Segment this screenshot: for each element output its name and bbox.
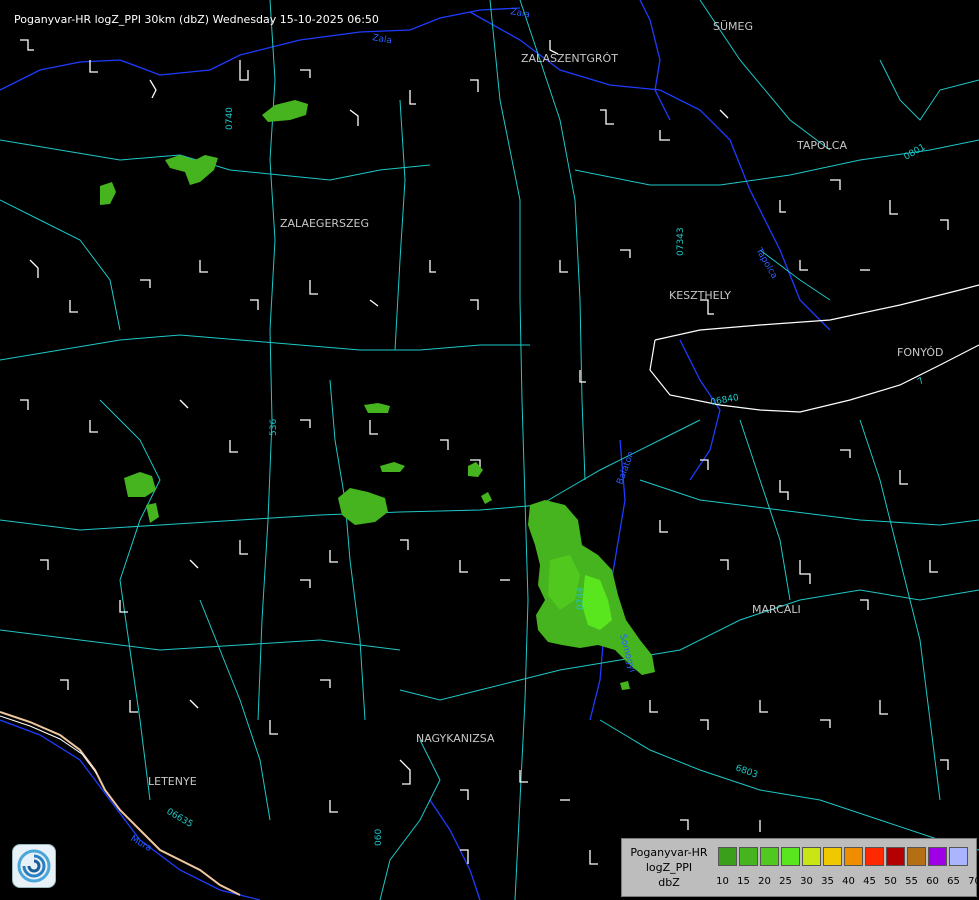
legend-panel: Poganyvar-HR logZ_PPI dbZ 10 15 20 25 30 35 40… (621, 838, 979, 897)
legend-tick-55: 55 (905, 876, 918, 887)
radar-map: SÜMEG ZALASZENTGRÓT TAPOLCA ZALAEGERSZEG… (0, 0, 979, 900)
river-label-zala2: Zala (509, 7, 530, 20)
legend-tick-70: 70 (968, 876, 979, 887)
legend-swatch-9 (907, 847, 926, 866)
met-logo (12, 844, 56, 888)
city-nagykanizsa: NAGYKANIZSA (416, 732, 495, 745)
river-label-balaton: Balaton (615, 450, 636, 486)
echo-nw3 (100, 182, 116, 205)
legend-ticks: 10 15 20 25 30 35 40 45 50 55 60 65 70 (712, 876, 979, 887)
echo-dot1 (481, 492, 492, 504)
legend-swatch-10 (928, 847, 947, 866)
city-fonyod: FONYÓD (897, 346, 943, 359)
legend-title: Poganyvar-HR logZ_PPI dbZ (622, 845, 716, 890)
legend-swatch-1 (739, 847, 758, 866)
echo-mid1 (364, 403, 390, 413)
road-label-0744: 0744 (576, 587, 586, 610)
legend-swatch-7 (865, 847, 884, 866)
river-bottom (429, 799, 481, 900)
legend-swatches (718, 847, 970, 866)
road-label-0740: 0740 (225, 107, 235, 130)
river-label-tapolca: Tapolca (753, 246, 779, 281)
city-zalaszentgrot: ZALASZENTGRÓT (521, 52, 618, 65)
legend-tick-50: 50 (884, 876, 897, 887)
echo-west2 (124, 472, 156, 497)
swirl-icon (17, 849, 51, 883)
road-label-060: 060 (374, 829, 384, 846)
legend-tick-40: 40 (842, 876, 855, 887)
road-label-07343: 07343 (676, 227, 686, 256)
legend-tick-30: 30 (800, 876, 813, 887)
legend-tick-65: 65 (947, 876, 960, 887)
city-letenye: LETENYE (148, 775, 197, 788)
echo-nw2 (165, 155, 218, 185)
road-labels: 0740 07343 0801 536 6803 06635 060 0744 … (165, 107, 928, 846)
roads-layer (0, 0, 979, 900)
river-small (679, 339, 721, 481)
city-labels: SÜMEG ZALASZENTGRÓT TAPOLCA ZALAEGERSZEG… (148, 20, 943, 788)
river-labels: Zala Zala Tapolca Balaton Somogyi Mura (129, 7, 779, 854)
legend-swatch-6 (844, 847, 863, 866)
echo-dot2 (620, 681, 630, 690)
legend-tick-60: 60 (926, 876, 939, 887)
legend-tick-45: 45 (863, 876, 876, 887)
road-label-0801: 0801 (903, 142, 928, 162)
road-label-6803: 6803 (734, 763, 759, 780)
legend-swatch-0 (718, 847, 737, 866)
road-label-06635: 06635 (165, 807, 195, 830)
legend-swatch-11 (949, 847, 968, 866)
city-marcali: MARCALI (752, 603, 801, 616)
legend-tick-15: 15 (737, 876, 750, 887)
river-east (639, 0, 671, 121)
legend-tick-20: 20 (758, 876, 771, 887)
legend-product: logZ_PPI (645, 861, 693, 874)
map-title: Poganyvar-HR logZ_PPI 30km (dbZ) Wednesd… (14, 13, 379, 26)
road-label-7: 7 (916, 376, 926, 387)
echo-west (338, 488, 388, 525)
legend-swatch-4 (802, 847, 821, 866)
legend-radar-name: Poganyvar-HR (630, 846, 708, 859)
legend-tick-25: 25 (779, 876, 792, 887)
legend-tick-35: 35 (821, 876, 834, 887)
legend-swatch-8 (886, 847, 905, 866)
echo-mid3 (468, 462, 483, 477)
city-keszthely: KESZTHELY (669, 289, 731, 302)
legend-tick-10: 10 (716, 876, 729, 887)
echo-nw (262, 100, 308, 122)
legend-swatch-3 (781, 847, 800, 866)
radar-echoes (100, 100, 655, 690)
city-sumeg: SÜMEG (713, 20, 753, 33)
echo-mid2 (380, 462, 405, 472)
road-label-536: 536 (269, 419, 279, 436)
river-label-zala: Zala (371, 33, 392, 46)
echo-west3 (146, 503, 159, 523)
legend-unit: dbZ (658, 876, 680, 889)
city-zalaegerszeg: ZALAEGERSZEG (280, 217, 369, 230)
rivers-layer (0, 0, 831, 900)
legend-swatch-5 (823, 847, 842, 866)
city-tapolca: TAPOLCA (796, 139, 847, 152)
river-label-mura: Mura (129, 834, 154, 854)
legend-swatch-2 (760, 847, 779, 866)
